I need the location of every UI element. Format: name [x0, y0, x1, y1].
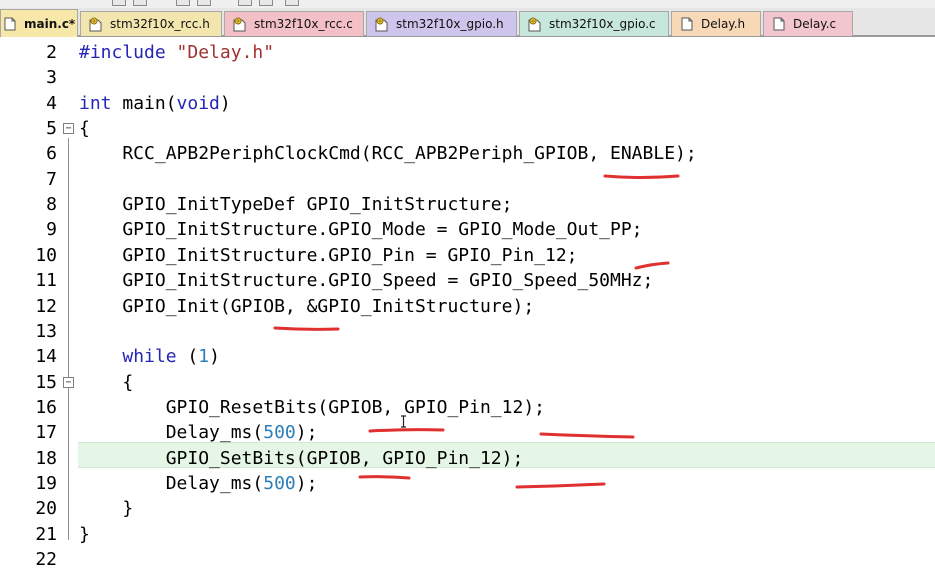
code-line[interactable]: 8 GPIO_InitTypeDef GPIO_InitStructure; — [0, 192, 935, 217]
code-text: GPIO_InitTypeDef GPIO_InitStructure; — [79, 194, 513, 216]
toolbar-button[interactable] — [259, 0, 273, 6]
fold-toggle-icon[interactable]: − — [63, 376, 74, 388]
code-text: Delay_ms(500); — [79, 422, 318, 444]
line-number: 19 — [35, 472, 57, 494]
code-line[interactable]: 15− { — [0, 370, 935, 395]
code-text: GPIO_InitStructure.GPIO_Pin = GPIO_Pin_1… — [79, 244, 578, 266]
header-file-icon — [375, 17, 389, 32]
editor-tab-bar: main.c* stm32f10x_rcc.h stm32f10x_rcc.c … — [0, 8, 935, 37]
code-line[interactable]: 12 GPIO_Init(GPIOB, &GPIO_InitStructure)… — [0, 294, 935, 319]
line-number: 3 — [46, 67, 57, 89]
code-text: GPIO_SetBits(GPIOB, GPIO_Pin_12); — [79, 447, 524, 469]
code-text: GPIO_InitStructure.GPIO_Speed = GPIO_Spe… — [79, 270, 654, 292]
toolbar-button[interactable] — [133, 0, 147, 6]
code-line[interactable]: 17 Delay_ms(500); — [0, 420, 935, 445]
header-file-icon — [528, 17, 542, 32]
line-number: 16 — [35, 396, 57, 418]
code-line[interactable]: 9 GPIO_InitStructure.GPIO_Mode = GPIO_Mo… — [0, 217, 935, 242]
tab-label: main.c* — [24, 16, 76, 31]
file-icon — [3, 16, 17, 31]
tab-label: stm32f10x_gpio.c — [549, 17, 656, 31]
code-text: } — [79, 498, 134, 520]
code-text: { — [79, 371, 134, 393]
line-number: 9 — [46, 219, 57, 241]
line-number: 13 — [35, 320, 57, 342]
tab-stm32f10x-rcc-c[interactable]: stm32f10x_rcc.c — [224, 11, 364, 36]
code-text: GPIO_Init(GPIOB, &GPIO_InitStructure); — [79, 295, 535, 317]
code-line[interactable]: 20 } — [0, 496, 935, 521]
code-line[interactable]: 6 RCC_APB2PeriphClockCmd(RCC_APB2Periph_… — [0, 141, 935, 166]
file-icon — [772, 17, 786, 32]
code-text: int main(void) — [79, 92, 231, 114]
toolbar-button[interactable] — [285, 0, 299, 6]
line-number: 8 — [46, 194, 57, 216]
code-line[interactable]: 4 int main(void) — [0, 91, 935, 116]
file-icon — [680, 17, 694, 32]
line-number: 14 — [35, 346, 57, 368]
code-line[interactable]: 16 GPIO_ResetBits(GPIOB, GPIO_Pin_12); — [0, 395, 935, 420]
line-number: 6 — [46, 143, 57, 165]
line-number: 11 — [35, 270, 57, 292]
code-text: { — [79, 118, 90, 140]
code-text: #include "Delay.h" — [79, 42, 275, 63]
toolbar-button[interactable] — [197, 0, 211, 6]
toolbar-button[interactable] — [112, 0, 126, 6]
line-number: 5 — [46, 118, 57, 140]
line-number: 12 — [35, 295, 57, 317]
line-number: 20 — [35, 498, 57, 520]
tab-delay-c[interactable]: Delay.c — [763, 11, 853, 36]
code-line[interactable]: 2 #include "Delay.h" — [0, 40, 935, 65]
code-line[interactable]: 3 — [0, 65, 935, 90]
code-line[interactable]: 5−{ — [0, 116, 935, 141]
header-file-icon — [233, 17, 247, 32]
code-line[interactable]: 21} — [0, 522, 935, 547]
code-line[interactable]: 14 while (1) — [0, 344, 935, 369]
tab-stm32f10x-gpio-c[interactable]: stm32f10x_gpio.c — [519, 11, 669, 36]
code-text: while (1) — [122, 346, 220, 368]
fold-toggle-icon[interactable]: − — [63, 123, 74, 135]
tab-delay-h[interactable]: Delay.h — [671, 11, 761, 36]
code-line[interactable]: 19 Delay_ms(500); — [0, 471, 935, 496]
tab-label: stm32f10x_gpio.h — [396, 17, 504, 31]
line-number: 7 — [46, 168, 57, 190]
code-text: GPIO_ResetBits(GPIOB, GPIO_Pin_12); — [79, 396, 545, 418]
code-line[interactable]: 18 GPIO_SetBits(GPIOB, GPIO_Pin_12); — [0, 446, 935, 471]
toolbar — [0, 0, 935, 8]
tab-stm32f10x-gpio-h[interactable]: stm32f10x_gpio.h — [366, 11, 517, 36]
code-text: GPIO_InitStructure.GPIO_Mode = GPIO_Mode… — [79, 219, 643, 241]
line-number: 15 — [35, 371, 57, 393]
code-text: } — [79, 523, 90, 545]
toolbar-button[interactable] — [238, 0, 252, 6]
tab-label: stm32f10x_rcc.c — [254, 17, 353, 31]
code-line[interactable]: 13 — [0, 319, 935, 344]
code-line[interactable]: 7 — [0, 167, 935, 192]
tab-main-c[interactable]: main.c* — [0, 9, 78, 37]
line-number: 10 — [35, 244, 57, 266]
tab-stm32f10x-rcc-h[interactable]: stm32f10x_rcc.h — [80, 11, 222, 36]
header-file-icon — [89, 17, 103, 32]
code-line[interactable]: 10 GPIO_InitStructure.GPIO_Pin = GPIO_Pi… — [0, 243, 935, 268]
code-line[interactable]: 11 GPIO_InitStructure.GPIO_Speed = GPIO_… — [0, 268, 935, 293]
line-number: 21 — [35, 523, 57, 545]
tab-label: Delay.c — [793, 17, 837, 31]
line-number: 17 — [35, 422, 57, 444]
code-text: RCC_APB2PeriphClockCmd(RCC_APB2Periph_GP… — [79, 143, 697, 165]
code-text: Delay_ms(500); — [79, 472, 318, 494]
line-number: 4 — [46, 92, 57, 114]
toolbar-button[interactable] — [176, 0, 190, 6]
line-number: 18 — [35, 447, 57, 469]
line-number: 2 — [46, 42, 57, 63]
tab-label: Delay.h — [701, 17, 746, 31]
tab-label: stm32f10x_rcc.h — [110, 17, 210, 31]
